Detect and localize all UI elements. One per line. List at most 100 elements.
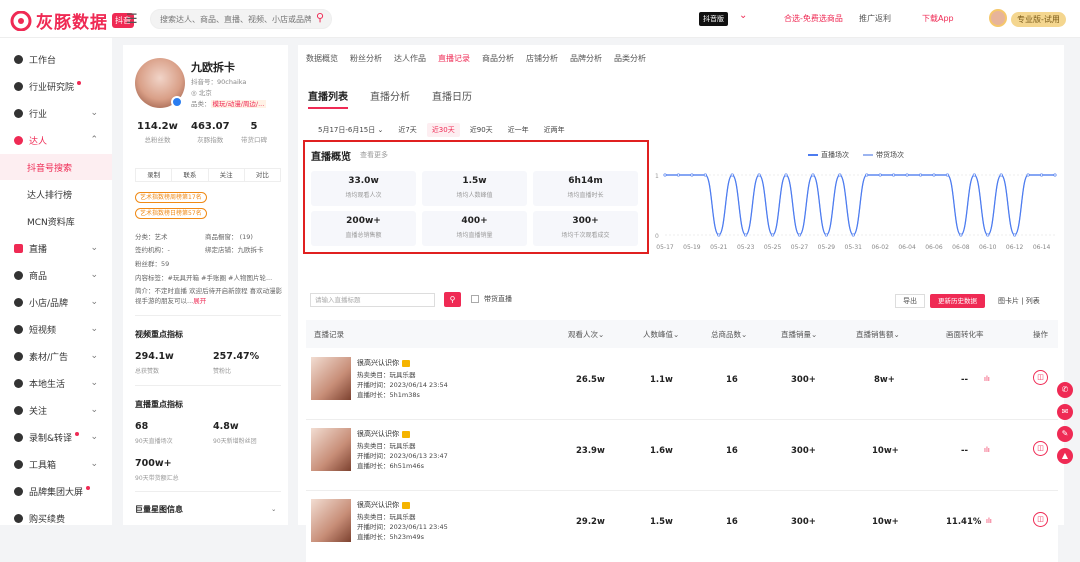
menu-toggle-icon[interactable]: ☰ bbox=[126, 12, 138, 27]
chevron-down-icon[interactable]: ⌄ bbox=[739, 10, 747, 21]
sidebar-item-short-video[interactable]: 短视频 ⌄ bbox=[0, 316, 112, 342]
data-point[interactable] bbox=[878, 173, 882, 177]
data-point[interactable] bbox=[730, 173, 734, 177]
data-point[interactable] bbox=[892, 173, 896, 177]
sidebar-item-follow[interactable]: 关注 ⌄ bbox=[0, 397, 112, 423]
follow-button[interactable]: 关注 bbox=[209, 169, 245, 181]
column-header[interactable]: 观看人次⌄ bbox=[568, 329, 604, 340]
legend-item[interactable]: 直播场次 bbox=[808, 150, 849, 160]
detail-button[interactable]: ◫ bbox=[1033, 441, 1048, 456]
tab-live-analysis[interactable]: 直播分析 bbox=[370, 88, 410, 109]
column-header[interactable]: 总商品数⌄ bbox=[711, 329, 747, 340]
data-point[interactable] bbox=[972, 173, 976, 177]
tab-goods[interactable]: 商品分析 bbox=[482, 53, 514, 64]
bar-chart-icon[interactable]: ılı bbox=[984, 375, 990, 383]
data-point[interactable] bbox=[986, 233, 990, 237]
column-header[interactable]: 人数峰值⌄ bbox=[643, 329, 679, 340]
plan-badge[interactable]: 专业版-试用 bbox=[1011, 12, 1066, 27]
tab-live-list[interactable]: 直播列表 bbox=[308, 88, 348, 109]
data-point[interactable] bbox=[865, 173, 869, 177]
live-cover-thumbnail[interactable] bbox=[311, 428, 351, 471]
tab-shops[interactable]: 店铺分析 bbox=[526, 53, 558, 64]
export-button[interactable]: 导出 bbox=[895, 294, 925, 308]
promotion-link[interactable]: 推广返利 bbox=[859, 13, 891, 24]
filter-2y[interactable]: 近两年 bbox=[539, 123, 570, 137]
platform-selector[interactable]: 抖音版 bbox=[699, 12, 728, 26]
sidebar-item-douyin-search[interactable]: 抖音号搜索 bbox=[0, 154, 112, 180]
column-header[interactable]: 直播销售额⌄ bbox=[856, 329, 900, 340]
compare-button[interactable]: 对比 bbox=[245, 169, 280, 181]
sidebar-item-mcn[interactable]: MCN资料库 bbox=[0, 208, 112, 234]
data-point[interactable] bbox=[1040, 173, 1044, 177]
sidebar-item-purchase[interactable]: 购买续费 bbox=[0, 505, 112, 531]
data-point[interactable] bbox=[797, 233, 801, 237]
live-title-search[interactable]: 请输入直播标题 bbox=[310, 293, 435, 307]
sidebar-item-goods[interactable]: 商品 ⌄ bbox=[0, 262, 112, 288]
intro-expand-link[interactable]: 展开 bbox=[193, 297, 206, 305]
tab-works[interactable]: 达人作品 bbox=[394, 53, 426, 64]
contact-button[interactable]: 联系 bbox=[172, 169, 209, 181]
data-point[interactable] bbox=[851, 233, 855, 237]
data-point[interactable] bbox=[784, 173, 788, 177]
sidebar-item-record[interactable]: 录制&转译 ⌄ bbox=[0, 424, 112, 450]
table-row[interactable]: 很高兴认识你 热卖类目：玩具乐器 开播时间：2023/06/11 23:45 直… bbox=[306, 492, 1058, 562]
data-point[interactable] bbox=[771, 233, 775, 237]
shop-field[interactable]: 绑定店铺：九欧拆卡 bbox=[205, 244, 264, 254]
sidebar-item-workbench[interactable]: 工作台 bbox=[0, 46, 112, 72]
date-range-picker[interactable]: 5月17日-6月15日 ⌄ bbox=[313, 123, 388, 137]
sidebar-item-industry[interactable]: 行业 ⌄ bbox=[0, 100, 112, 126]
search-icon[interactable]: ⚲ bbox=[316, 11, 324, 24]
live-cover-thumbnail[interactable] bbox=[311, 499, 351, 542]
filter-7d[interactable]: 近7天 bbox=[393, 123, 421, 137]
data-point[interactable] bbox=[717, 233, 721, 237]
sidebar-item-live[interactable]: 直播 ⌄ bbox=[0, 235, 112, 261]
download-app-link[interactable]: 下载App bbox=[922, 13, 954, 24]
filter-30d[interactable]: 近30天 bbox=[426, 123, 460, 137]
table-row[interactable]: 很高兴认识你 热卖类目：玩具乐器 开播时间：2023/06/13 23:47 直… bbox=[306, 421, 1058, 491]
live-title[interactable]: 很高兴认识你 bbox=[357, 429, 410, 439]
top-icon[interactable]: ▲ bbox=[1057, 448, 1073, 464]
sidebar-item-research[interactable]: 行业研究院 bbox=[0, 73, 112, 99]
live-cover-thumbnail[interactable] bbox=[311, 357, 351, 400]
update-history-button[interactable]: 更新历史数据 bbox=[930, 294, 985, 308]
data-point[interactable] bbox=[905, 173, 909, 177]
record-button[interactable]: 录制 bbox=[136, 169, 173, 181]
tab-live-records[interactable]: 直播记录 bbox=[438, 53, 470, 64]
data-point[interactable] bbox=[945, 173, 949, 177]
filter-1y[interactable]: 近一年 bbox=[503, 123, 534, 137]
detail-button[interactable]: ◫ bbox=[1033, 370, 1048, 385]
search-input[interactable] bbox=[150, 9, 332, 29]
data-point[interactable] bbox=[1026, 173, 1030, 177]
tab-live-calendar[interactable]: 直播日历 bbox=[432, 88, 472, 109]
sidebar-item-local-life[interactable]: 本地生活 ⌄ bbox=[0, 370, 112, 396]
data-point[interactable] bbox=[1053, 173, 1057, 177]
tab-categories[interactable]: 品类分析 bbox=[614, 53, 646, 64]
sidebar-item-toolbox[interactable]: 工具箱 ⌄ bbox=[0, 451, 112, 477]
sidebar-item-creators[interactable]: 达人 ⌃ bbox=[0, 127, 112, 153]
data-point[interactable] bbox=[838, 173, 842, 177]
chat-icon[interactable]: ✉ bbox=[1057, 404, 1073, 420]
data-point[interactable] bbox=[690, 173, 694, 177]
filter-90d[interactable]: 近90天 bbox=[465, 123, 498, 137]
data-point[interactable] bbox=[999, 173, 1003, 177]
tab-fans[interactable]: 粉丝分析 bbox=[350, 53, 382, 64]
search-icon[interactable]: ⚲ bbox=[444, 292, 461, 307]
free-selection-link[interactable]: 合选-免费选商品 bbox=[784, 13, 843, 24]
bar-chart-icon[interactable]: ılı bbox=[984, 446, 990, 454]
data-point[interactable] bbox=[757, 173, 761, 177]
showcase-field[interactable]: 商品橱窗： (19) bbox=[205, 231, 253, 241]
data-point[interactable] bbox=[919, 173, 923, 177]
stat-reputation[interactable]: 5 带货口碑 bbox=[241, 121, 267, 144]
sidebar-item-creator-rank[interactable]: 达人排行榜 bbox=[0, 181, 112, 207]
overview-more-link[interactable]: 查看更多 bbox=[360, 150, 388, 160]
data-point[interactable] bbox=[1013, 233, 1017, 237]
phone-icon[interactable]: ✆ bbox=[1057, 382, 1073, 398]
column-header[interactable]: 直播销量⌄ bbox=[781, 329, 817, 340]
data-point[interactable] bbox=[703, 173, 707, 177]
chevron-down-icon[interactable]: ⌄ bbox=[271, 505, 276, 513]
user-avatar[interactable] bbox=[989, 9, 1007, 27]
rank-tag[interactable]: 艺术指数榜日榜第57名 bbox=[135, 208, 207, 219]
data-point[interactable] bbox=[663, 173, 667, 177]
data-point[interactable] bbox=[932, 173, 936, 177]
data-point[interactable] bbox=[676, 173, 680, 177]
